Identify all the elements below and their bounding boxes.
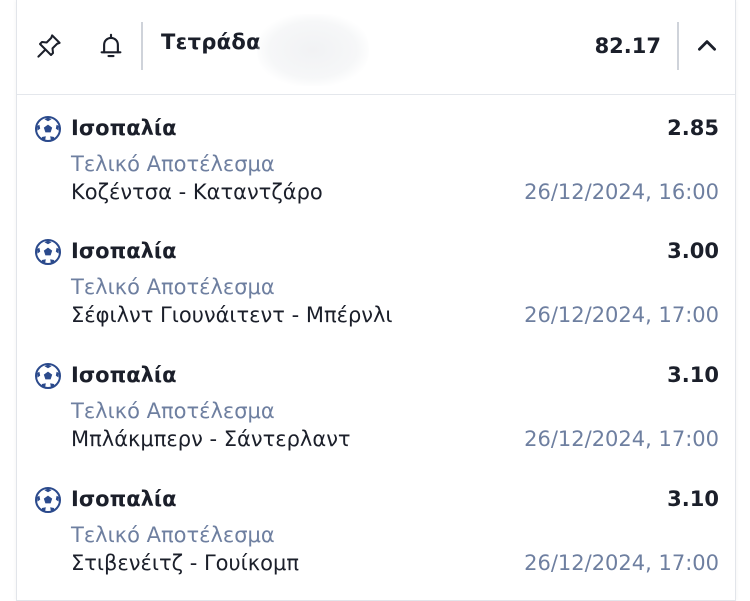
selection-match: Στιβενέιτζ - Γουίκομπ <box>71 551 299 575</box>
bet-slip-card: Τετράδα 82.17 Ισοπαλία 2.85 Τελικό Αποτέ… <box>16 0 736 601</box>
selection-row[interactable]: Ισοπαλία 3.10 Τελικό Αποτέλεσμα Μπλάκμπε… <box>17 351 735 463</box>
selection-datetime: 26/12/2024, 16:00 <box>524 180 719 204</box>
bet-slip-header[interactable]: Τετράδα 82.17 <box>17 0 735 95</box>
selection-datetime: 26/12/2024, 17:00 <box>524 303 719 327</box>
selection-pick: Ισοπαλία <box>71 487 177 511</box>
header-divider <box>677 22 679 70</box>
selection-market: Τελικό Αποτέλεσμα <box>71 523 275 547</box>
selection-market: Τελικό Αποτέλεσμα <box>71 275 275 299</box>
bet-type-title: Τετράδα <box>161 30 261 54</box>
selection-market: Τελικό Αποτέλεσμα <box>71 152 275 176</box>
selection-odds: 3.10 <box>667 487 719 511</box>
selection-row[interactable]: Ισοπαλία 2.85 Τελικό Αποτέλεσμα Κοζέντσα… <box>17 104 735 216</box>
selection-pick: Ισοπαλία <box>71 239 177 263</box>
selection-odds: 2.85 <box>667 116 719 140</box>
selection-pick: Ισοπαλία <box>71 363 177 387</box>
selection-odds: 3.10 <box>667 363 719 387</box>
selection-pick: Ισοπαλία <box>71 116 177 140</box>
selection-market: Τελικό Αποτέλεσμα <box>71 399 275 423</box>
selection-match: Μπλάκμπερν - Σάντερλαντ <box>71 427 351 451</box>
selection-row[interactable]: Ισοπαλία 3.00 Τελικό Αποτέλεσμα Σέφιλντ … <box>17 227 735 339</box>
chevron-up-icon[interactable] <box>687 26 727 66</box>
bell-icon[interactable] <box>91 26 131 66</box>
redacted-area <box>257 14 369 86</box>
soccer-ball-icon <box>35 487 61 513</box>
header-divider <box>141 22 143 70</box>
selection-match: Σέφιλντ Γιουνάιτεντ - Μπέρνλι <box>71 303 393 327</box>
soccer-ball-icon <box>35 363 61 389</box>
soccer-ball-icon <box>35 116 61 142</box>
selection-odds: 3.00 <box>667 239 719 263</box>
soccer-ball-icon <box>35 239 61 265</box>
pin-icon[interactable] <box>29 26 69 66</box>
selection-datetime: 26/12/2024, 17:00 <box>524 551 719 575</box>
selection-row[interactable]: Ισοπαλία 3.10 Τελικό Αποτέλεσμα Στιβενέι… <box>17 475 735 587</box>
total-odds: 82.17 <box>594 34 661 58</box>
selection-match: Κοζέντσα - Καταντζάρο <box>71 180 323 204</box>
selection-datetime: 26/12/2024, 17:00 <box>524 427 719 451</box>
